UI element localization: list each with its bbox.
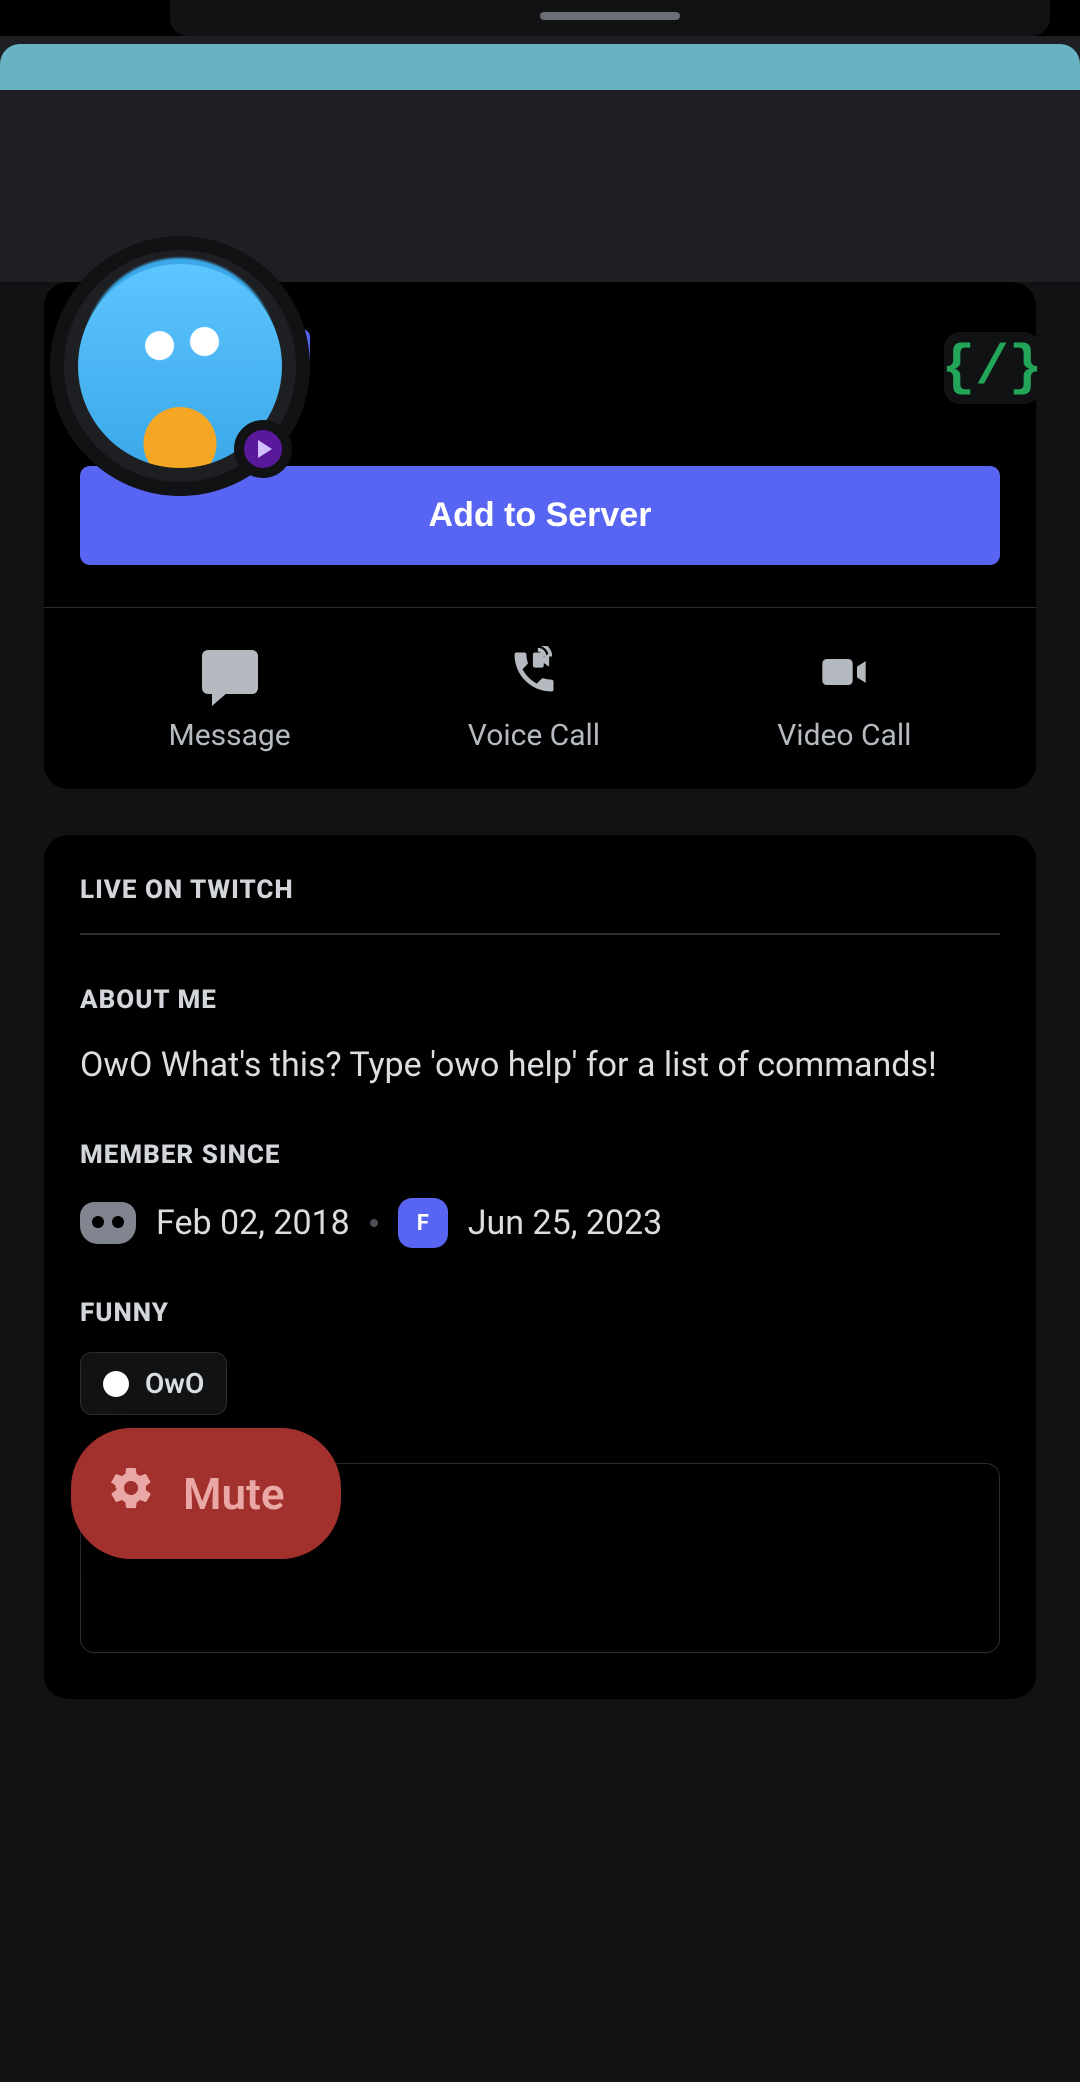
roles-section-label: FUNNY bbox=[80, 1298, 1000, 1328]
divider bbox=[44, 607, 1036, 608]
message-label: Message bbox=[169, 718, 291, 753]
note-box[interactable]: Mute bbox=[80, 1463, 1000, 1653]
mute-button[interactable]: Mute bbox=[71, 1428, 341, 1559]
avatar-container[interactable] bbox=[50, 236, 310, 496]
server-join-date: Jun 25, 2023 bbox=[468, 1203, 663, 1243]
tab-drawer bbox=[170, 0, 1050, 36]
role-color-dot bbox=[103, 1371, 129, 1397]
video-call-button[interactable]: Video Call bbox=[777, 644, 911, 753]
role-name: OwO bbox=[145, 1367, 204, 1400]
gear-icon bbox=[107, 1464, 155, 1523]
streaming-status-icon bbox=[234, 420, 292, 478]
member-since-label: MEMBER SINCE bbox=[80, 1140, 1000, 1170]
drag-handle[interactable] bbox=[540, 12, 680, 20]
role-chip[interactable]: OwO bbox=[80, 1352, 227, 1415]
voice-call-button[interactable]: Voice Call bbox=[468, 644, 600, 753]
discord-join-date: Feb 02, 2018 bbox=[156, 1203, 350, 1243]
message-icon bbox=[198, 644, 262, 700]
about-me-label: ABOUT ME bbox=[80, 985, 1000, 1015]
server-badge: F bbox=[398, 1198, 448, 1248]
profile-banner bbox=[0, 44, 1080, 90]
actions-row: Message Voice Call Video Call bbox=[80, 644, 1000, 753]
mute-label: Mute bbox=[183, 1468, 285, 1520]
video-call-label: Video Call bbox=[777, 718, 911, 753]
about-me-text: OwO What's this? Type 'owo help' for a l… bbox=[80, 1041, 1000, 1090]
separator-dot bbox=[370, 1219, 378, 1227]
discord-icon bbox=[80, 1202, 136, 1244]
live-on-twitch-label[interactable]: LIVE ON TWITCH bbox=[80, 875, 1000, 905]
info-card: LIVE ON TWITCH ABOUT ME OwO What's this?… bbox=[44, 835, 1036, 1699]
profile-content: {/} OwO ✓ BOT OwO#8456 Add to Server Mes… bbox=[0, 282, 1080, 2082]
message-button[interactable]: Message bbox=[169, 644, 291, 753]
video-icon bbox=[812, 644, 876, 700]
code-braces-icon: {/} bbox=[942, 336, 1043, 400]
voice-call-label: Voice Call bbox=[468, 718, 600, 753]
developer-badge[interactable]: {/} bbox=[944, 332, 1040, 404]
phone-icon bbox=[502, 644, 566, 700]
member-since-row: Feb 02, 2018 F Jun 25, 2023 bbox=[80, 1198, 1000, 1248]
